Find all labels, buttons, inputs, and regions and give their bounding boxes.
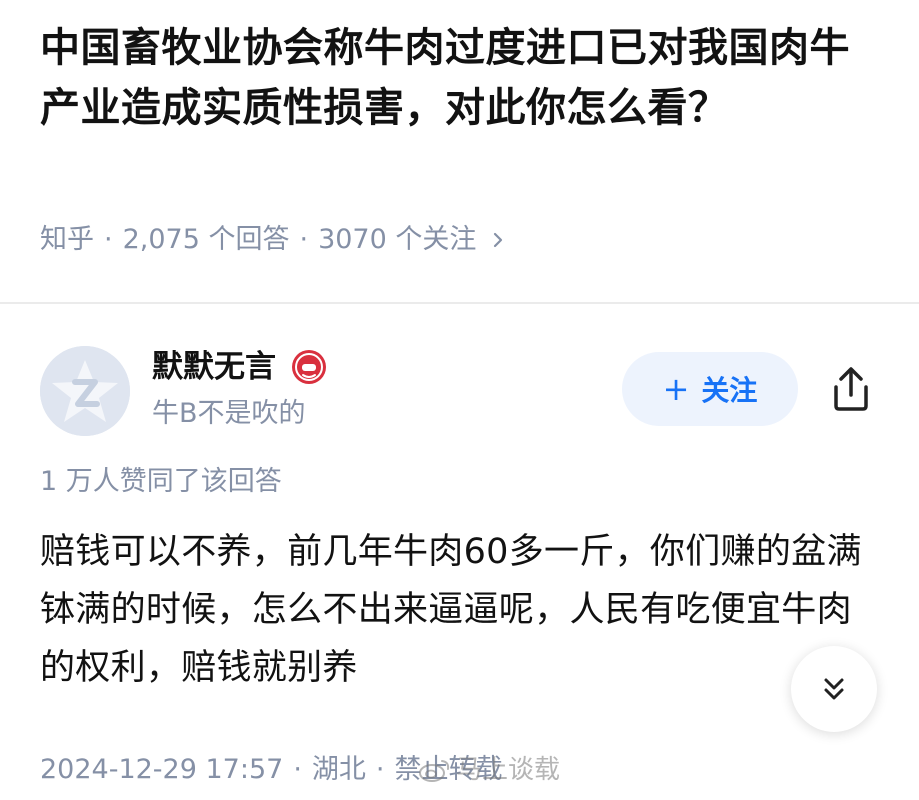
chevron-right-icon	[490, 228, 506, 252]
zhihu-answer-page: 中国畜牧业协会称牛肉过度进口已对我国肉牛产业造成实质性损害，对此你怎么看？ 知乎…	[0, 0, 919, 800]
section-divider	[0, 302, 919, 304]
meta-separator: ·	[293, 754, 302, 785]
author-name[interactable]: 默默无言	[152, 346, 328, 388]
question-title[interactable]: 中国畜牧业协会称牛肉过度进口已对我国肉牛产业造成实质性损害，对此你怎么看？	[40, 18, 870, 138]
follow-button[interactable]: + 关注	[622, 352, 798, 426]
follower-count: 3070 个关注	[318, 224, 477, 255]
source-label: 知乎	[40, 224, 94, 255]
author-name-text: 默默无言	[152, 349, 276, 385]
plus-icon: +	[662, 370, 690, 408]
vote-summary: 1 万人赞同了该回答	[40, 466, 282, 497]
weibo-logo-icon	[419, 760, 450, 782]
meta-separator: ·	[299, 224, 309, 255]
share-icon[interactable]	[824, 362, 878, 416]
author-badge-icon	[290, 348, 328, 386]
answer-count: 2,075 个回答	[122, 224, 290, 255]
meta-separator: ·	[104, 224, 113, 255]
watermark-text: 马上谈载	[456, 755, 561, 785]
question-meta[interactable]: 知乎 · 2,075 个回答 · 3070 个关注	[40, 220, 506, 260]
answer-body[interactable]: 赔钱可以不养，前几年牛肉60多一斤，你们赚的盆满钵满的时候，怎么不出来逼逼呢，人…	[40, 523, 885, 697]
answer-location: 湖北	[311, 754, 366, 785]
author-bio: 牛B不是吹的	[152, 398, 306, 429]
weibo-watermark: 马上谈载	[418, 752, 560, 788]
meta-separator: ·	[375, 754, 385, 785]
answer-date: 2024-12-29 17:57	[40, 754, 284, 785]
expand-answer-button[interactable]	[791, 646, 877, 732]
follow-label: 关注	[701, 374, 758, 407]
chevron-double-down-icon	[824, 678, 844, 700]
default-avatar-icon[interactable]	[40, 346, 130, 436]
